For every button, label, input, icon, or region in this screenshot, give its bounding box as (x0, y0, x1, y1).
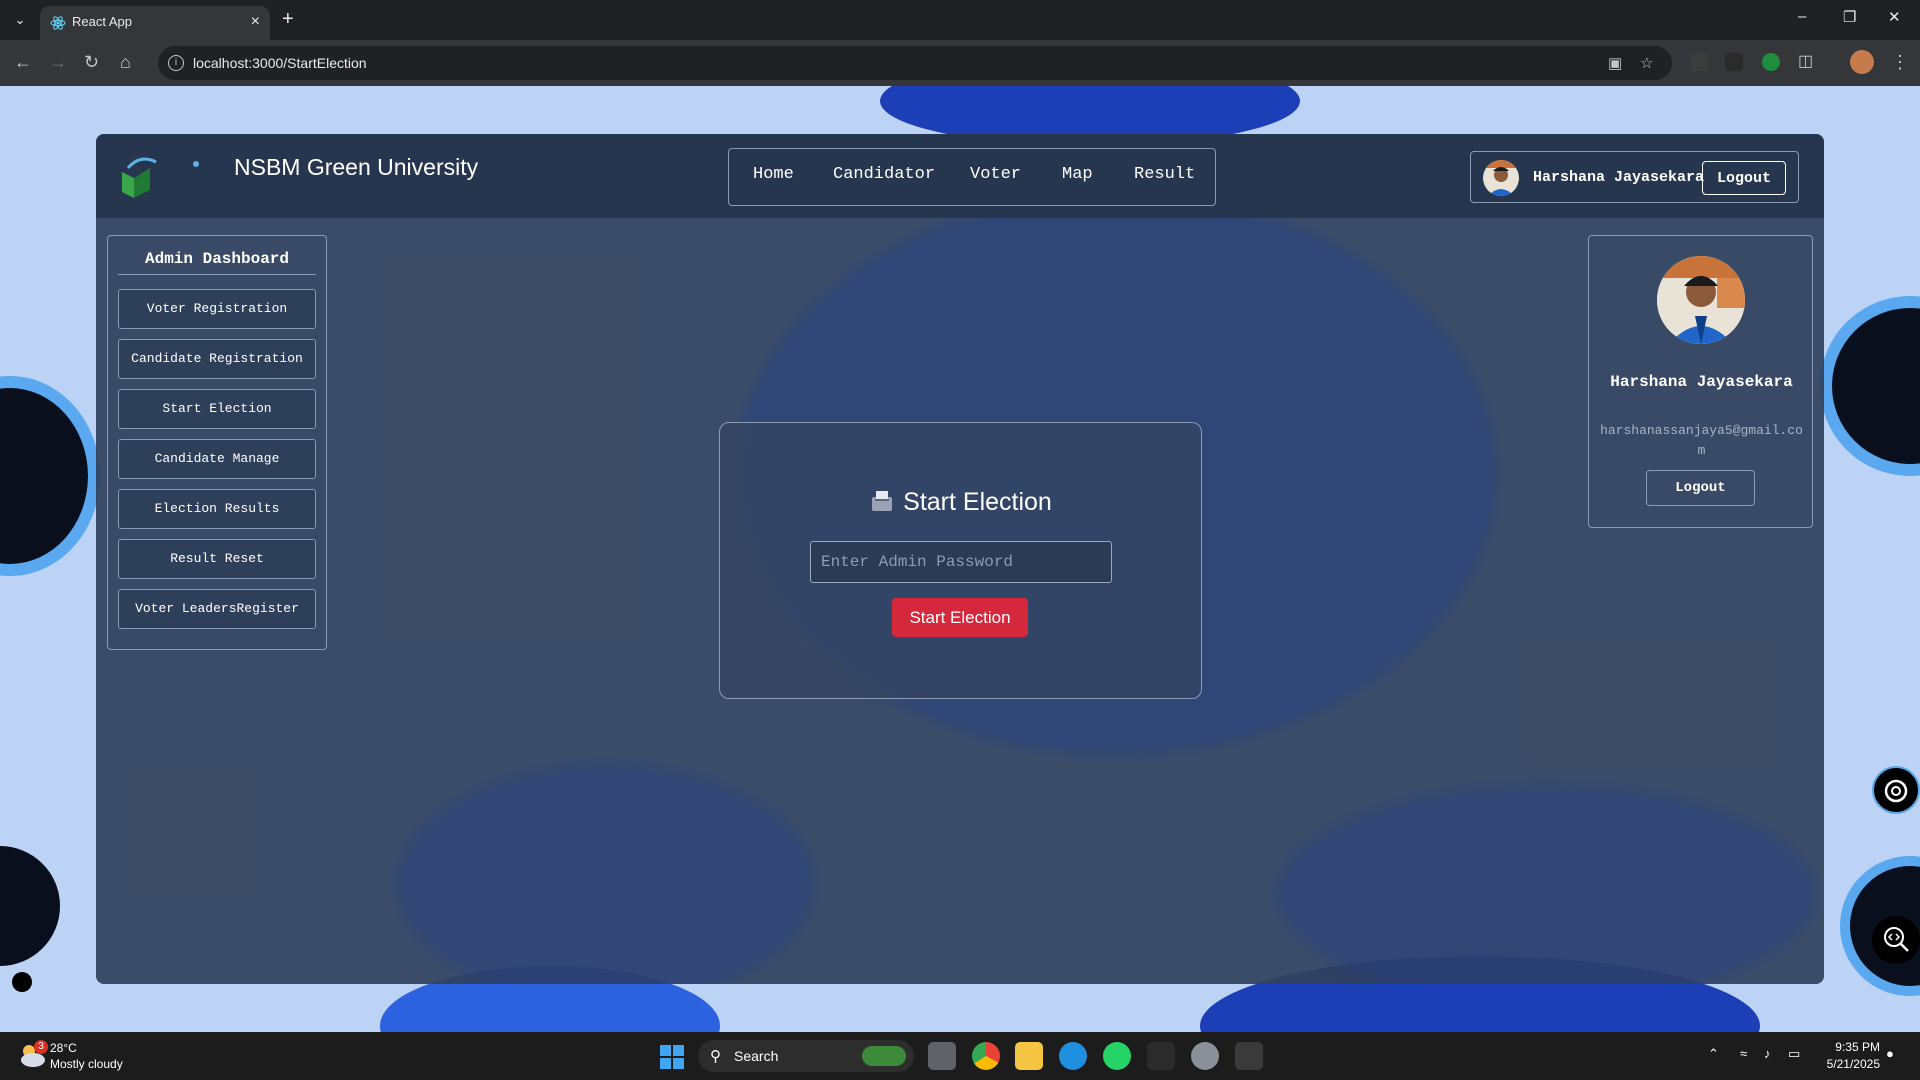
close-window-icon[interactable]: ✕ (1888, 8, 1901, 26)
sidebar-item-result-reset[interactable]: Result Reset (118, 539, 316, 579)
avatar (1483, 160, 1519, 196)
new-tab-icon[interactable]: + (282, 8, 294, 30)
task-view-icon[interactable] (928, 1042, 956, 1070)
extension-icon[interactable] (1690, 53, 1708, 71)
start-election-card: Start Election Start Election (719, 422, 1202, 699)
battery-icon[interactable]: ▭ (1788, 1046, 1800, 1062)
sidebar-item-candidate-registration[interactable]: Candidate Registration (118, 339, 316, 379)
settings-gear-icon[interactable] (1191, 1042, 1219, 1070)
clock-date[interactable]: 5/21/2025 (1818, 1057, 1880, 1071)
app-container: NSBM Green University Home Candidator Vo… (96, 134, 1824, 984)
app-header: NSBM Green University Home Candidator Vo… (96, 134, 1824, 218)
file-explorer-icon[interactable] (1015, 1042, 1043, 1070)
wifi-icon[interactable]: ≈ (1740, 1046, 1747, 1061)
ballot-box-icon (872, 491, 893, 511)
background-shape (1820, 296, 1920, 476)
chrome-icon[interactable] (972, 1042, 1000, 1070)
background-shape (12, 972, 32, 992)
home-icon[interactable]: ⌂ (120, 52, 131, 72)
inspect-floating-button[interactable] (1872, 916, 1920, 964)
brand-title[interactable]: NSBM Green University (234, 154, 478, 181)
site-info-icon[interactable]: i (168, 55, 184, 71)
camera-off-icon[interactable]: ▣ (1608, 54, 1622, 72)
minimize-icon[interactable]: – (1798, 8, 1806, 25)
volume-icon[interactable]: ♪ (1764, 1046, 1771, 1061)
page-title: Start Election (903, 488, 1052, 516)
profile-logout-button[interactable]: Logout (1646, 470, 1755, 506)
assistant-floating-button[interactable] (1872, 766, 1920, 814)
page-viewport: NSBM Green University Home Candidator Vo… (0, 86, 1920, 1032)
windows-start-icon[interactable] (660, 1045, 684, 1069)
user-box: Harshana Jayasekara Logout (1470, 151, 1799, 203)
profile-email: harshanassanjaya5@gmail.com (1600, 423, 1803, 458)
sidebar-item-candidate-manage[interactable]: Candidate Manage (118, 439, 316, 479)
tray-chevron-up-icon[interactable]: ⌃ (1708, 1046, 1719, 1062)
admin-password-input[interactable] (810, 541, 1112, 583)
taskbar-search-label: Search (734, 1048, 779, 1064)
terminal-icon[interactable] (1235, 1042, 1263, 1070)
card-heading: Start Election (720, 488, 1203, 517)
sidebar-title: Admin Dashboard (118, 250, 316, 275)
browser-tab-strip: ⌄ React App × + – ❐ ✕ (0, 0, 1920, 40)
restore-icon[interactable]: ❐ (1843, 8, 1856, 26)
weather-description[interactable]: Mostly cloudy (50, 1057, 123, 1071)
header-user-name: Harshana Jayasekara (1533, 169, 1705, 186)
browser-tab[interactable]: React App × (40, 6, 270, 40)
tab-title: React App (72, 14, 132, 29)
weather-temp[interactable]: 28°C (50, 1041, 77, 1055)
nav-voter[interactable]: Voter (970, 165, 1021, 184)
weather-badge: 3 (34, 1040, 48, 1054)
profile-card: Harshana Jayasekara harshanassanjaya5@gm… (1588, 235, 1813, 528)
profile-avatar (1657, 256, 1745, 344)
tab-search-chevron-icon[interactable]: ⌄ (8, 8, 32, 32)
extension-icon[interactable] (1762, 53, 1780, 71)
os-taskbar: 3 28°C Mostly cloudy ⚲ Search ⌃ ≈ ♪ ▭ 9:… (0, 1032, 1920, 1080)
forward-icon[interactable]: → (49, 52, 67, 72)
main-nav: Home Candidator Voter Map Result (728, 148, 1216, 206)
url-text[interactable]: localhost:3000/StartElection (193, 55, 367, 71)
search-icon: ⚲ (710, 1048, 721, 1065)
university-logo (122, 157, 199, 198)
sidebar-item-election-results[interactable]: Election Results (118, 489, 316, 529)
sidebar-item-voter-registration[interactable]: Voter Registration (118, 289, 316, 329)
header-logout-button[interactable]: Logout (1702, 161, 1786, 195)
edge-icon[interactable] (1059, 1042, 1087, 1070)
sidebar-item-start-election[interactable]: Start Election (118, 389, 316, 429)
nav-home[interactable]: Home (753, 165, 794, 184)
taskbar-search[interactable]: ⚲ Search (698, 1040, 914, 1072)
background-shape (1276, 784, 1816, 984)
audio-app-icon[interactable] (1147, 1042, 1175, 1070)
nav-result[interactable]: Result (1134, 165, 1195, 184)
browser-toolbar: ← → ↻ ⌂ i localhost:3000/StartElection ▣… (0, 40, 1920, 86)
sidebar-item-voter-leaders-register[interactable]: Voter LeadersRegister (118, 589, 316, 629)
start-election-button[interactable]: Start Election (892, 598, 1028, 637)
extension-icon[interactable] (1725, 53, 1743, 71)
admin-sidebar: Admin Dashboard Voter Registration Candi… (107, 235, 327, 650)
tab-close-icon[interactable]: × (251, 13, 260, 31)
reload-icon[interactable]: ↻ (84, 52, 99, 72)
nav-map[interactable]: Map (1062, 165, 1093, 184)
address-bar[interactable]: i localhost:3000/StartElection ▣ ☆ (158, 46, 1672, 80)
back-icon[interactable]: ← (14, 52, 32, 72)
react-favicon-icon (50, 16, 66, 30)
search-code-icon (1884, 927, 1909, 952)
bookmark-star-icon[interactable]: ☆ (1640, 54, 1653, 72)
more-menu-icon[interactable]: ⋮ (1891, 52, 1909, 72)
profile-name: Harshana Jayasekara (1610, 373, 1793, 391)
openai-knot-icon (1884, 779, 1908, 803)
extensions-puzzle-icon[interactable]: ◫ (1798, 52, 1813, 72)
nav-candidator[interactable]: Candidator (833, 165, 935, 184)
background-shape (396, 764, 816, 984)
clock-time[interactable]: 9:35 PM (1830, 1040, 1880, 1054)
notification-bell-icon[interactable]: ● (1886, 1046, 1894, 1061)
background-shape (0, 376, 100, 576)
search-highlight-image (862, 1046, 906, 1066)
profile-avatar-icon[interactable] (1850, 50, 1874, 74)
background-shape (0, 846, 60, 966)
whatsapp-icon[interactable] (1103, 1042, 1131, 1070)
